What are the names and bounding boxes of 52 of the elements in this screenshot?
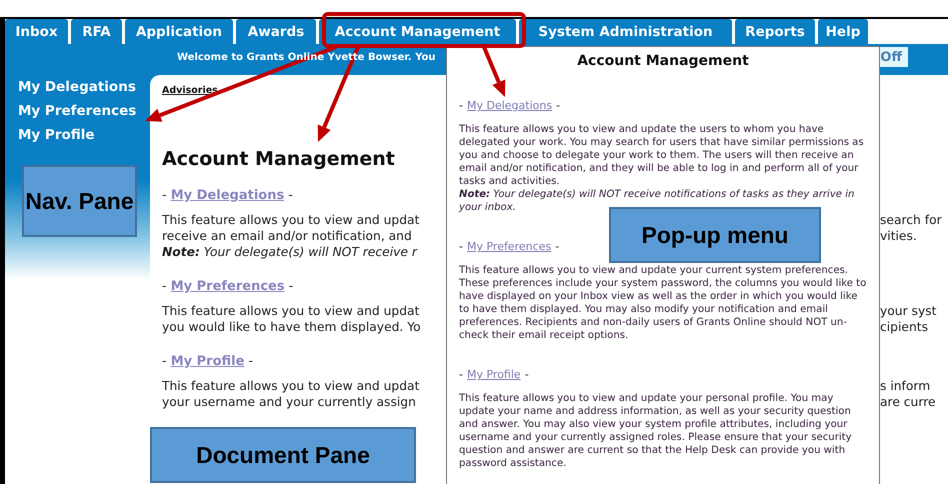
description-text: This feature allows you to view and update your current system preferences. These preferences include your system password, the columns you would like to have displayed on your Inbox view as well as the order in which you would like to have them displayed. You may also modify your notification and email preferences. Recipients and non-daily users of Grants Online should NOT un-check their email receipt options. — [459, 264, 867, 342]
dash-text: - — [288, 279, 294, 294]
description-text: cipients — [880, 320, 929, 336]
dash-text: - — [162, 354, 167, 369]
nav-tab[interactable]: Reports — [735, 19, 815, 44]
description-text: This feature allows you to view and updat — [162, 379, 420, 395]
description-text: receive an email and/or notification, and — [162, 229, 412, 245]
callout-label: Pop-up menu — [609, 207, 821, 263]
nav-tab[interactable]: Awards — [236, 19, 316, 44]
dash-text: - — [524, 368, 529, 381]
section-link[interactable]: My Preferences — [170, 279, 285, 294]
description-text: This feature allows you to view and updat — [162, 213, 420, 229]
dash-text: - — [555, 240, 560, 253]
dash-text: - — [459, 99, 463, 112]
dash-text: - — [162, 279, 167, 294]
description-text: vities. — [880, 229, 918, 245]
nav-link[interactable]: My Profile — [18, 127, 150, 143]
nav-tab[interactable]: Help — [818, 19, 868, 44]
page-heading: Account Management — [162, 148, 395, 170]
description-text: you would like to have them displayed. Yo — [162, 320, 421, 336]
section-link[interactable]: My Profile — [170, 354, 244, 369]
nav-tab[interactable]: Inbox — [5, 19, 68, 44]
dash-text: - — [248, 354, 254, 369]
description-text: This feature allows you to view and update your personal profile. You may update your name and address information, as well as your security question and answer. You may also view your system profile attributes, including your username and your currently assigned roles. Please ensure that your security question and answer are current so that the Help Desk can provide you with password assistance. — [459, 392, 853, 470]
nav-tab[interactable]: Application — [125, 19, 233, 44]
nav-tab[interactable]: System Administration — [519, 19, 732, 44]
description-text: This feature allows you to view and updat — [162, 304, 420, 320]
nav-link[interactable]: My Preferences — [18, 103, 150, 119]
dash-text: - — [459, 368, 463, 381]
annotation-arrow — [482, 46, 506, 97]
section-link[interactable]: My Profile — [466, 368, 521, 381]
description-text: search for — [880, 213, 943, 229]
dash-text: - — [459, 240, 463, 253]
popup-title: Account Management — [576, 53, 750, 69]
description-text: your username and your currently assign — [162, 395, 416, 411]
description-text: This feature allows you to view and update the users to whom you have delegated your work. You may search for users that have similar permissions as you and choose to delegate your work to them. The users will then receive an email and/or notification, and they will be able to log in and perform all of your tasks and activities. — [459, 123, 865, 188]
description-text: s inform — [880, 379, 932, 395]
advisories-link[interactable]: Advisories — [162, 85, 218, 96]
nav-link[interactable]: My Delegations — [18, 79, 150, 95]
callout-label: Nav. Pane — [22, 165, 137, 237]
section-link[interactable]: My Delegations — [466, 99, 552, 112]
callout-label: Document Pane — [150, 427, 416, 483]
description-text: are curre — [880, 395, 937, 411]
section-link[interactable]: My Delegations — [170, 188, 284, 203]
dash-text: - — [288, 188, 293, 203]
dash-text: - — [162, 188, 167, 203]
nav-tab[interactable]: RFA — [71, 19, 122, 44]
nav-tab[interactable]: Account Management — [319, 19, 516, 44]
dash-text: - — [556, 99, 560, 112]
description-text: your syst — [880, 304, 938, 320]
section-link[interactable]: My Preferences — [466, 240, 552, 253]
note-text: Note: Your delegate(s) will NOT receive r — [162, 245, 417, 261]
